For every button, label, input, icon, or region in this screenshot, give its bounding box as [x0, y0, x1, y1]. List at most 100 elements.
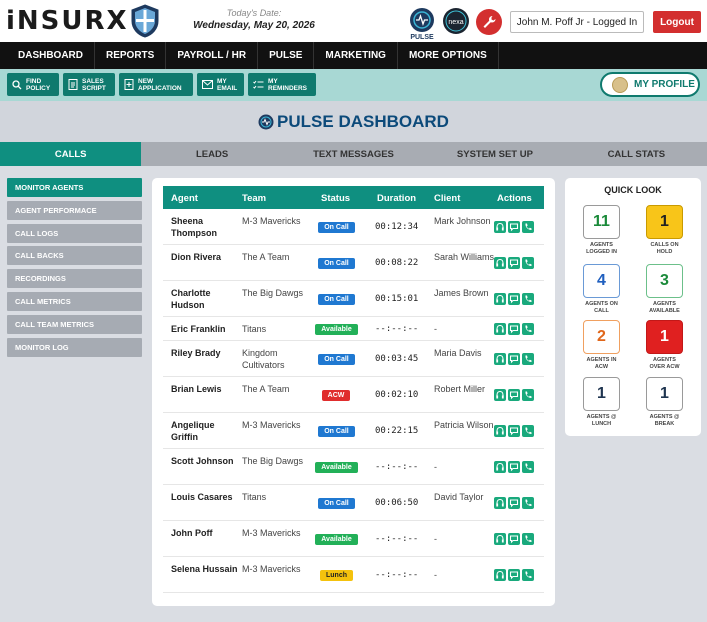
chat-action-button[interactable] [508, 461, 520, 473]
phone-action-button[interactable] [522, 569, 534, 581]
table-row: Louis Casares Titans On Call 00:06:50 David … [163, 485, 544, 521]
quick-look-tile[interactable]: 1 AGENTS @ LUNCH [583, 377, 620, 427]
sales-script-button[interactable]: SALES SCRIPT [63, 73, 115, 96]
agent-team: M-3 Mavericks [242, 528, 301, 538]
client-name: James Brown [434, 288, 489, 298]
document-icon [68, 79, 78, 90]
agent-name: Scott Johnson [171, 456, 234, 466]
chat-action-button[interactable] [508, 425, 520, 437]
quick-look-label: AGENTS AVAILABLE [649, 301, 680, 314]
chat-action-button[interactable] [508, 569, 520, 581]
quick-look-panel: QUICK LOOK 11 AGENTS LOGGED IN 1 CALLS ON H… [565, 178, 701, 436]
sidebar-item-call-metrics[interactable]: CALL METRICS [7, 291, 142, 311]
nexa-logo-icon[interactable]: nexa [442, 7, 470, 35]
quick-look-tile[interactable]: 11 AGENTS LOGGED IN [583, 205, 620, 255]
my-reminders-button[interactable]: MY REMINDERS [248, 73, 316, 96]
phone-action-button[interactable] [522, 533, 534, 545]
chat-action-button[interactable] [508, 221, 520, 233]
headset-action-button[interactable] [494, 425, 506, 437]
shield-logo-icon [131, 4, 159, 38]
headset-action-button[interactable] [494, 461, 506, 473]
headset-action-button[interactable] [494, 323, 506, 335]
row-actions [494, 497, 534, 509]
phone-icon [525, 535, 532, 542]
headset-action-button[interactable] [494, 497, 506, 509]
sidebar: MONITOR AGENTS AGENT PERFORMACE CALL LOG… [7, 178, 142, 360]
insurx-logo[interactable]: iNSURX [6, 4, 160, 38]
status-badge: On Call [318, 222, 355, 233]
sidebar-item-recordings[interactable]: RECORDINGS [7, 269, 142, 289]
agent-team: M-3 Mavericks [242, 216, 301, 226]
chat-action-button[interactable] [508, 389, 520, 401]
nav-payroll-hr[interactable]: PAYROLL / HR [166, 42, 259, 69]
phone-action-button[interactable] [522, 293, 534, 305]
wrench-button[interactable] [476, 9, 502, 35]
client-name: Robert Miller [434, 384, 486, 394]
status-badge: On Call [318, 498, 355, 509]
my-email-button[interactable]: MY EMAIL [197, 73, 244, 96]
logout-button[interactable]: Logout [653, 11, 701, 33]
nav-marketing[interactable]: MARKETING [314, 42, 398, 69]
phone-action-button[interactable] [522, 497, 534, 509]
envelope-icon [202, 80, 213, 89]
sidebar-item-call-logs[interactable]: CALL LOGS [7, 223, 142, 243]
quick-look-tile[interactable]: 3 AGENTS AVAILABLE [646, 264, 683, 314]
tab-calls[interactable]: CALLS [0, 142, 142, 166]
phone-action-button[interactable] [522, 257, 534, 269]
chat-action-button[interactable] [508, 353, 520, 365]
tab-bar: CALLS LEADS TEXT MESSAGES SYSTEM SET UP … [0, 142, 707, 166]
status-badge: Available [315, 534, 358, 545]
table-header: Agent Team Status Duration Client Action… [163, 186, 544, 209]
nav-dashboard[interactable]: DASHBOARD [0, 42, 95, 69]
phone-action-button[interactable] [522, 425, 534, 437]
nav-reports[interactable]: REPORTS [95, 42, 167, 69]
phone-action-button[interactable] [522, 221, 534, 233]
sidebar-item-agent-performance[interactable]: AGENT PERFORMACE [7, 200, 142, 220]
chat-action-button[interactable] [508, 533, 520, 545]
pulse-logo-icon[interactable]: PULSE [407, 7, 437, 41]
headset-action-button[interactable] [494, 221, 506, 233]
phone-action-button[interactable] [522, 353, 534, 365]
nav-more-options[interactable]: MORE OPTIONS [398, 42, 499, 69]
phone-action-button[interactable] [522, 389, 534, 401]
chat-action-button[interactable] [508, 257, 520, 269]
status-badge: Available [315, 462, 358, 473]
find-policy-button[interactable]: FIND POLICY [7, 73, 59, 96]
quick-look-tile[interactable]: 2 AGENTS IN ACW [583, 320, 620, 370]
agent-team: M-3 Mavericks [242, 420, 301, 430]
tab-text-messages[interactable]: TEXT MESSAGES [283, 142, 424, 166]
row-actions [494, 425, 534, 437]
status-badge: Available [315, 324, 358, 335]
headset-action-button[interactable] [494, 257, 506, 269]
quick-look-tile[interactable]: 1 AGENTS @ BREAK [646, 377, 683, 427]
call-duration: 00:12:34 [375, 222, 419, 232]
client-name: Mark Johnson [434, 216, 491, 226]
sidebar-item-monitor-agents[interactable]: MONITOR AGENTS [7, 178, 142, 197]
headset-action-button[interactable] [494, 389, 506, 401]
svg-text:PULSE: PULSE [410, 34, 434, 41]
quick-look-tile[interactable]: 1 AGENTS OVER ACW [646, 320, 683, 370]
phone-action-button[interactable] [522, 323, 534, 335]
tab-system-set-up[interactable]: SYSTEM SET UP [424, 142, 565, 166]
sidebar-item-monitor-log[interactable]: MONITOR LOG [7, 337, 142, 357]
tab-call-stats[interactable]: CALL STATS [566, 142, 707, 166]
headset-action-button[interactable] [494, 569, 506, 581]
tab-leads[interactable]: LEADS [141, 142, 282, 166]
sidebar-item-call-team-metrics[interactable]: CALL TEAM METRICS [7, 314, 142, 334]
new-application-button[interactable]: NEW APPLICATION [119, 73, 193, 96]
quick-look-label: AGENTS LOGGED IN [586, 242, 617, 255]
quick-look-tile[interactable]: 4 AGENTS ON CALL [583, 264, 620, 314]
headset-action-button[interactable] [494, 293, 506, 305]
phone-icon [525, 325, 532, 332]
sidebar-item-call-backs[interactable]: CALL BACKS [7, 246, 142, 266]
quick-look-tile[interactable]: 1 CALLS ON HOLD [646, 205, 683, 255]
my-profile-button[interactable]: MY PROFILE [600, 72, 700, 97]
headset-action-button[interactable] [494, 353, 506, 365]
client-name: - [434, 324, 437, 334]
chat-action-button[interactable] [508, 293, 520, 305]
chat-action-button[interactable] [508, 497, 520, 509]
headset-action-button[interactable] [494, 533, 506, 545]
phone-action-button[interactable] [522, 461, 534, 473]
chat-action-button[interactable] [508, 323, 520, 335]
nav-pulse[interactable]: PULSE [258, 42, 315, 69]
